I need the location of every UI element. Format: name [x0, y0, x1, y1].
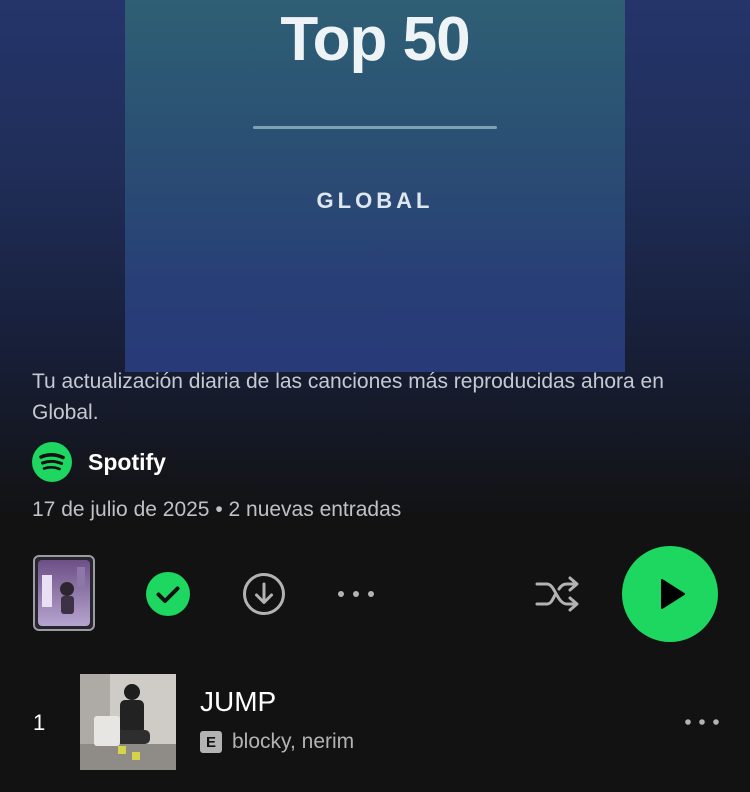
explicit-badge: E [200, 731, 222, 753]
play-button[interactable] [622, 546, 718, 642]
track-artwork [80, 674, 176, 770]
playlist-description: Tu actualización diaria de las canciones… [32, 370, 664, 424]
shuffle-button[interactable] [533, 572, 583, 616]
owner-name[interactable]: Spotify [88, 449, 166, 476]
saved-button[interactable] [146, 572, 190, 616]
cover-title: Top 50 [280, 5, 470, 74]
spotify-logo-icon [32, 442, 72, 482]
track-artists[interactable]: blocky, nerim [232, 730, 354, 754]
more-options-button[interactable] [334, 580, 378, 608]
cover-divider [253, 126, 497, 129]
preview-thumbnail[interactable] [33, 555, 95, 631]
track-number: 1 [33, 710, 46, 735]
track-title: JUMP [200, 686, 277, 717]
check-icon [146, 572, 190, 616]
playlist-meta: 17 de julio de 2025 • 2 nuevas entradas [32, 498, 402, 521]
download-icon [243, 573, 285, 615]
more-horizontal-icon [338, 591, 374, 597]
track-subtitle: E blocky, nerim [200, 730, 354, 754]
cover-subtitle: GLOBAL [316, 188, 434, 213]
download-button[interactable] [242, 572, 286, 616]
play-icon [661, 579, 685, 609]
track-more-button[interactable] [682, 710, 722, 734]
shuffle-icon [535, 576, 579, 612]
playlist-cover: Top 50 GLOBAL [125, 0, 625, 372]
track-row[interactable]: 1 JUMP E blocky, nerim [0, 672, 750, 772]
playlist-owner[interactable]: Spotify [32, 442, 166, 482]
more-horizontal-icon [685, 719, 719, 725]
